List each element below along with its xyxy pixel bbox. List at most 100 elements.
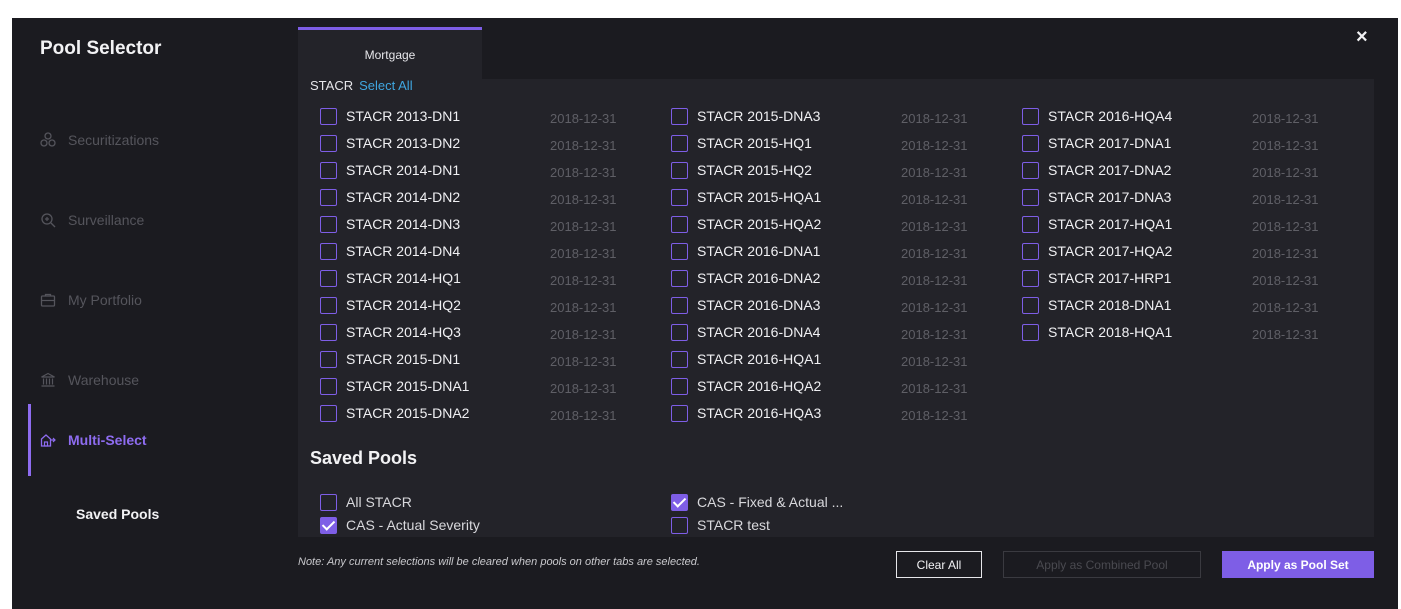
- pool-checkbox[interactable]: [671, 108, 688, 125]
- pool-checkbox[interactable]: [1022, 189, 1039, 206]
- pool-date: 2018-12-31: [901, 138, 968, 153]
- nav-item-label: Surveillance: [68, 212, 145, 228]
- pool-row: STACR 2016-HQA2 2018-12-31: [671, 375, 1011, 402]
- pool-row: STACR 2018-HQA1 2018-12-31: [1022, 321, 1362, 348]
- pool-row: STACR 2016-DNA4 2018-12-31: [671, 321, 1011, 348]
- saved-pool-checkbox[interactable]: [671, 517, 688, 534]
- active-indicator: [28, 404, 31, 476]
- nav-item-my-portfolio[interactable]: My Portfolio: [40, 280, 280, 320]
- saved-pools-column-2: CAS - Fixed & Actual ... STACR test: [671, 492, 991, 538]
- pool-date: 2018-12-31: [1252, 192, 1319, 207]
- pool-row: STACR 2014-DN3 2018-12-31: [320, 213, 660, 240]
- pool-date: 2018-12-31: [1252, 246, 1319, 261]
- pool-checkbox[interactable]: [1022, 243, 1039, 260]
- saved-pool-checkbox[interactable]: [671, 494, 688, 511]
- select-all-link[interactable]: Select All: [359, 78, 412, 93]
- pool-row: STACR 2017-DNA3 2018-12-31: [1022, 186, 1362, 213]
- pool-checkbox[interactable]: [671, 216, 688, 233]
- pool-checkbox[interactable]: [320, 216, 337, 233]
- pool-name: STACR 2014-DN1: [346, 162, 461, 178]
- tab-mortgage[interactable]: Mortgage: [298, 27, 482, 79]
- pool-checkbox[interactable]: [320, 297, 337, 314]
- pool-row: STACR 2016-HQA3 2018-12-31: [671, 402, 1011, 429]
- sidebar-title: Pool Selector: [40, 38, 162, 59]
- pool-checkbox[interactable]: [1022, 108, 1039, 125]
- pool-checkbox[interactable]: [320, 243, 337, 260]
- pool-date: 2018-12-31: [1252, 327, 1319, 342]
- pool-checkbox[interactable]: [320, 162, 337, 179]
- pool-row: STACR 2016-HQA1 2018-12-31: [671, 348, 1011, 375]
- nav-item-saved-pools[interactable]: Saved Pools: [76, 506, 159, 522]
- pool-checkbox[interactable]: [671, 378, 688, 395]
- saved-pool-row: All STACR: [320, 492, 640, 515]
- pool-row: STACR 2014-HQ2 2018-12-31: [320, 294, 660, 321]
- pool-checkbox[interactable]: [320, 270, 337, 287]
- nav-item-multi-select[interactable]: Multi-Select: [40, 420, 280, 460]
- pool-checkbox[interactable]: [320, 351, 337, 368]
- pool-row: STACR 2017-HRP1 2018-12-31: [1022, 267, 1362, 294]
- pool-checkbox[interactable]: [671, 405, 688, 422]
- pool-date: 2018-12-31: [1252, 219, 1319, 234]
- pool-date: 2018-12-31: [901, 300, 968, 315]
- magnifier-icon: [40, 212, 56, 228]
- pool-name: STACR 2013-DN2: [346, 135, 461, 151]
- pool-checkbox[interactable]: [1022, 324, 1039, 341]
- multi-select-icon: [40, 432, 56, 448]
- pool-name: STACR 2015-HQA2: [697, 216, 822, 232]
- pool-checkbox[interactable]: [671, 189, 688, 206]
- pool-checkbox[interactable]: [1022, 162, 1039, 179]
- pool-date: 2018-12-31: [901, 111, 968, 126]
- pool-column-1: STACR 2013-DN1 2018-12-31 STACR 2013-DN2 2…: [320, 105, 660, 429]
- nav-item-surveillance[interactable]: Surveillance: [40, 200, 280, 240]
- pool-checkbox[interactable]: [671, 135, 688, 152]
- pool-checkbox[interactable]: [320, 135, 337, 152]
- pool-name: STACR 2016-DNA2: [697, 270, 821, 286]
- nav-item-warehouse[interactable]: Warehouse: [40, 360, 280, 400]
- pool-checkbox[interactable]: [320, 108, 337, 125]
- pool-checkbox[interactable]: [320, 378, 337, 395]
- pool-checkbox[interactable]: [1022, 135, 1039, 152]
- pool-date: 2018-12-31: [901, 219, 968, 234]
- pool-checkbox[interactable]: [1022, 270, 1039, 287]
- pool-row: STACR 2013-DN1 2018-12-31: [320, 105, 660, 132]
- nav-item-securitizations[interactable]: Securitizations: [40, 120, 280, 160]
- pool-name: STACR 2015-HQA1: [697, 189, 822, 205]
- pool-date: 2018-12-31: [1252, 138, 1319, 153]
- pool-checkbox[interactable]: [671, 297, 688, 314]
- close-icon[interactable]: ×: [1356, 26, 1368, 49]
- pool-date: 2018-12-31: [1252, 111, 1319, 126]
- pool-checkbox[interactable]: [671, 243, 688, 260]
- pool-row: STACR 2014-HQ1 2018-12-31: [320, 267, 660, 294]
- pool-date: 2018-12-31: [901, 246, 968, 261]
- pool-date: 2018-12-31: [550, 219, 617, 234]
- saved-pool-checkbox[interactable]: [320, 494, 337, 511]
- pool-row: STACR 2015-HQ2 2018-12-31: [671, 159, 1011, 186]
- pool-checkbox[interactable]: [320, 405, 337, 422]
- pool-date: 2018-12-31: [550, 273, 617, 288]
- apply-combined-pool-button[interactable]: Apply as Combined Pool: [1003, 551, 1201, 578]
- pool-name: STACR 2014-DN3: [346, 216, 461, 232]
- pool-date: 2018-12-31: [901, 273, 968, 288]
- pool-checkbox[interactable]: [671, 270, 688, 287]
- clear-all-button[interactable]: Clear All: [896, 551, 982, 578]
- pool-name: STACR 2015-DNA2: [346, 405, 470, 421]
- pool-row: STACR 2016-HQA4 2018-12-31: [1022, 105, 1362, 132]
- saved-pool-checkbox[interactable]: [320, 517, 337, 534]
- pool-name: STACR 2017-HRP1: [1048, 270, 1172, 286]
- pool-checkbox[interactable]: [1022, 216, 1039, 233]
- pool-checkbox[interactable]: [671, 351, 688, 368]
- pool-name: STACR 2016-DNA3: [697, 297, 821, 313]
- apply-pool-set-button[interactable]: Apply as Pool Set: [1222, 551, 1374, 578]
- pool-checkbox[interactable]: [1022, 297, 1039, 314]
- pool-row: STACR 2018-DNA1 2018-12-31: [1022, 294, 1362, 321]
- pool-name: STACR 2015-DNA3: [697, 108, 821, 124]
- pool-row: STACR 2014-DN1 2018-12-31: [320, 159, 660, 186]
- pool-checkbox[interactable]: [320, 189, 337, 206]
- saved-pool-row: CAS - Fixed & Actual ...: [671, 492, 991, 515]
- saved-pool-name: All STACR: [346, 494, 412, 510]
- pool-name: STACR 2016-HQA3: [697, 405, 822, 421]
- pool-checkbox[interactable]: [320, 324, 337, 341]
- pool-checkbox[interactable]: [671, 162, 688, 179]
- pool-checkbox[interactable]: [671, 324, 688, 341]
- nav-item-label: My Portfolio: [68, 292, 142, 308]
